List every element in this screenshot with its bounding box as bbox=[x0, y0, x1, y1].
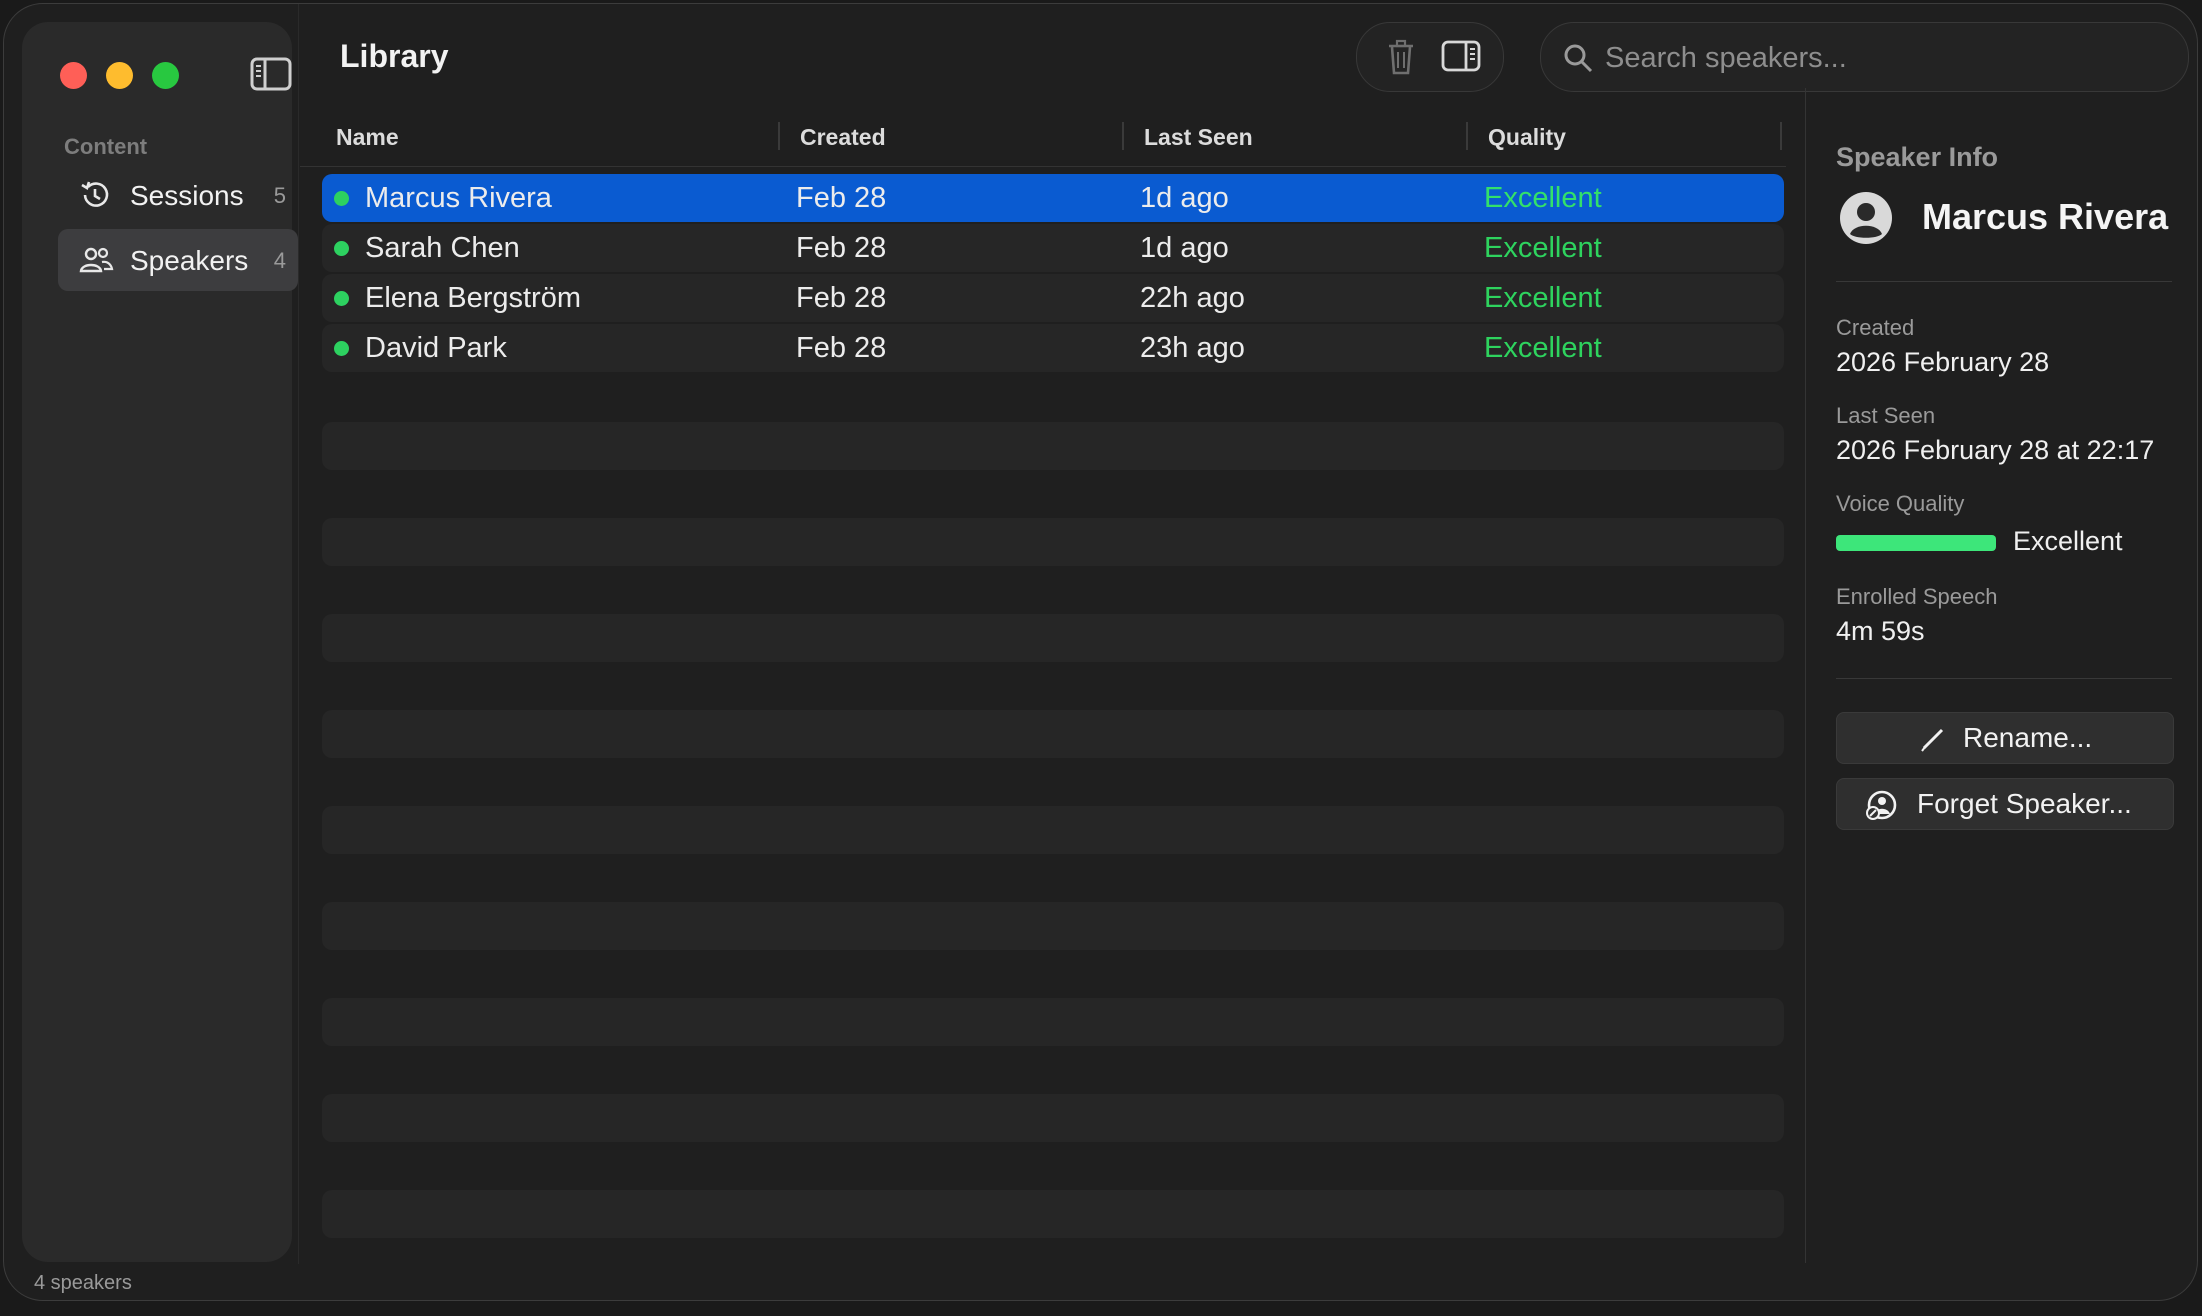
sidebar-toggle-icon[interactable] bbox=[250, 56, 292, 92]
column-header-last-seen[interactable]: Last Seen bbox=[1144, 124, 1253, 151]
empty-row bbox=[322, 614, 1784, 662]
sidebar-section-header: Content bbox=[64, 134, 148, 159]
inspector-separator bbox=[1836, 281, 2172, 282]
table-row[interactable]: Elena Bergström Feb 28 22h ago Excellent bbox=[322, 274, 1784, 322]
inspector-separator bbox=[1836, 678, 2172, 679]
avatar bbox=[1838, 190, 1894, 246]
row-last-seen: 23h ago bbox=[1140, 332, 1245, 364]
speaker-name: Marcus Rivera bbox=[1922, 196, 2169, 237]
sidebar-divider bbox=[298, 4, 299, 1264]
row-last-seen: 1d ago bbox=[1140, 182, 1229, 214]
sidebar-item-label: Speakers bbox=[130, 245, 249, 276]
sidebar-item-speakers[interactable]: Speakers 4 bbox=[58, 229, 298, 291]
enrolled-speech-value: 4m 59s bbox=[1836, 616, 1925, 646]
row-name: Elena Bergström bbox=[365, 282, 581, 314]
empty-row bbox=[322, 998, 1784, 1046]
row-created: Feb 28 bbox=[796, 282, 887, 314]
inspector-divider[interactable] bbox=[1805, 88, 1806, 1263]
row-name: Sarah Chen bbox=[365, 232, 520, 264]
sidebar-item-count: 4 bbox=[273, 248, 286, 273]
created-value: 2026 February 28 bbox=[1836, 347, 2050, 377]
voice-quality-value: Excellent bbox=[2013, 526, 2123, 556]
toolbar-group bbox=[1356, 22, 1504, 92]
voice-quality-label: Voice Quality bbox=[1836, 491, 1965, 516]
minimize-window-button[interactable] bbox=[106, 62, 133, 89]
status-dot bbox=[334, 341, 349, 356]
people-icon bbox=[78, 244, 114, 276]
row-quality: Excellent bbox=[1484, 282, 1602, 314]
column-divider[interactable] bbox=[778, 122, 780, 150]
table-header: Name Created Last Seen Quality bbox=[300, 116, 1786, 167]
status-dot bbox=[334, 191, 349, 206]
inspector-title: Speaker Info bbox=[1836, 142, 1999, 172]
sidebar: Content Sessions 5 Speakers 4 bbox=[22, 22, 298, 1262]
status-dot bbox=[334, 291, 349, 306]
row-name: Marcus Rivera bbox=[365, 182, 552, 214]
rename-button-label: Rename... bbox=[1963, 722, 2093, 753]
last-seen-value: 2026 February 28 at 22:17 bbox=[1836, 435, 2155, 465]
last-seen-label: Last Seen bbox=[1836, 403, 1936, 428]
sidebar-item-label: Sessions bbox=[130, 180, 244, 211]
search-icon bbox=[1561, 41, 1595, 75]
status-dot bbox=[334, 241, 349, 256]
pencil-icon bbox=[1919, 725, 1947, 753]
trash-icon[interactable] bbox=[1381, 38, 1421, 76]
column-divider[interactable] bbox=[1780, 122, 1782, 150]
sidebar-right-icon[interactable] bbox=[1441, 38, 1481, 76]
row-quality: Excellent bbox=[1484, 332, 1602, 364]
page-title: Library bbox=[340, 38, 449, 74]
column-divider[interactable] bbox=[1466, 122, 1468, 150]
row-name: David Park bbox=[365, 332, 507, 364]
enrolled-speech-label: Enrolled Speech bbox=[1836, 584, 1998, 609]
column-header-created[interactable]: Created bbox=[800, 124, 886, 151]
status-bar-text: 4 speakers bbox=[34, 1272, 132, 1294]
column-divider[interactable] bbox=[1122, 122, 1124, 150]
row-last-seen: 22h ago bbox=[1140, 282, 1245, 314]
forget-speaker-button[interactable]: Forget Speaker... bbox=[1836, 778, 2174, 830]
maximize-window-button[interactable] bbox=[152, 62, 179, 89]
empty-row bbox=[322, 518, 1784, 566]
created-label: Created bbox=[1836, 315, 1915, 340]
empty-row bbox=[322, 710, 1784, 758]
empty-row bbox=[322, 1190, 1784, 1238]
voice-quality-bar bbox=[1836, 535, 1996, 551]
forget-speaker-button-label: Forget Speaker... bbox=[1917, 788, 2132, 819]
row-last-seen: 1d ago bbox=[1140, 232, 1229, 264]
sidebar-item-sessions[interactable]: Sessions 5 bbox=[58, 164, 298, 226]
table-row[interactable]: David Park Feb 28 23h ago Excellent bbox=[322, 324, 1784, 372]
close-window-button[interactable] bbox=[60, 62, 87, 89]
row-quality: Excellent bbox=[1484, 182, 1602, 214]
row-created: Feb 28 bbox=[796, 182, 887, 214]
rename-button[interactable]: Rename... bbox=[1836, 712, 2174, 764]
column-header-name[interactable]: Name bbox=[336, 124, 399, 151]
app-window: Content Sessions 5 Speakers 4 Library Se… bbox=[3, 3, 2198, 1301]
empty-row bbox=[322, 1094, 1784, 1142]
row-created: Feb 28 bbox=[796, 232, 887, 264]
row-created: Feb 28 bbox=[796, 332, 887, 364]
empty-row bbox=[322, 902, 1784, 950]
table-row[interactable]: Marcus Rivera Feb 28 1d ago Excellent bbox=[322, 174, 1784, 222]
row-quality: Excellent bbox=[1484, 232, 1602, 264]
person-slash-icon bbox=[1865, 789, 1899, 821]
column-header-quality[interactable]: Quality bbox=[1488, 124, 1566, 151]
inspector-panel: Speaker Info Marcus Rivera Created 2026 … bbox=[1836, 4, 2176, 1264]
voice-quality-bar-fill bbox=[1836, 535, 1996, 551]
empty-row bbox=[322, 422, 1784, 470]
table-row[interactable]: Sarah Chen Feb 28 1d ago Excellent bbox=[322, 224, 1784, 272]
history-icon bbox=[78, 179, 112, 211]
empty-row bbox=[322, 806, 1784, 854]
sidebar-item-count: 5 bbox=[273, 183, 286, 208]
